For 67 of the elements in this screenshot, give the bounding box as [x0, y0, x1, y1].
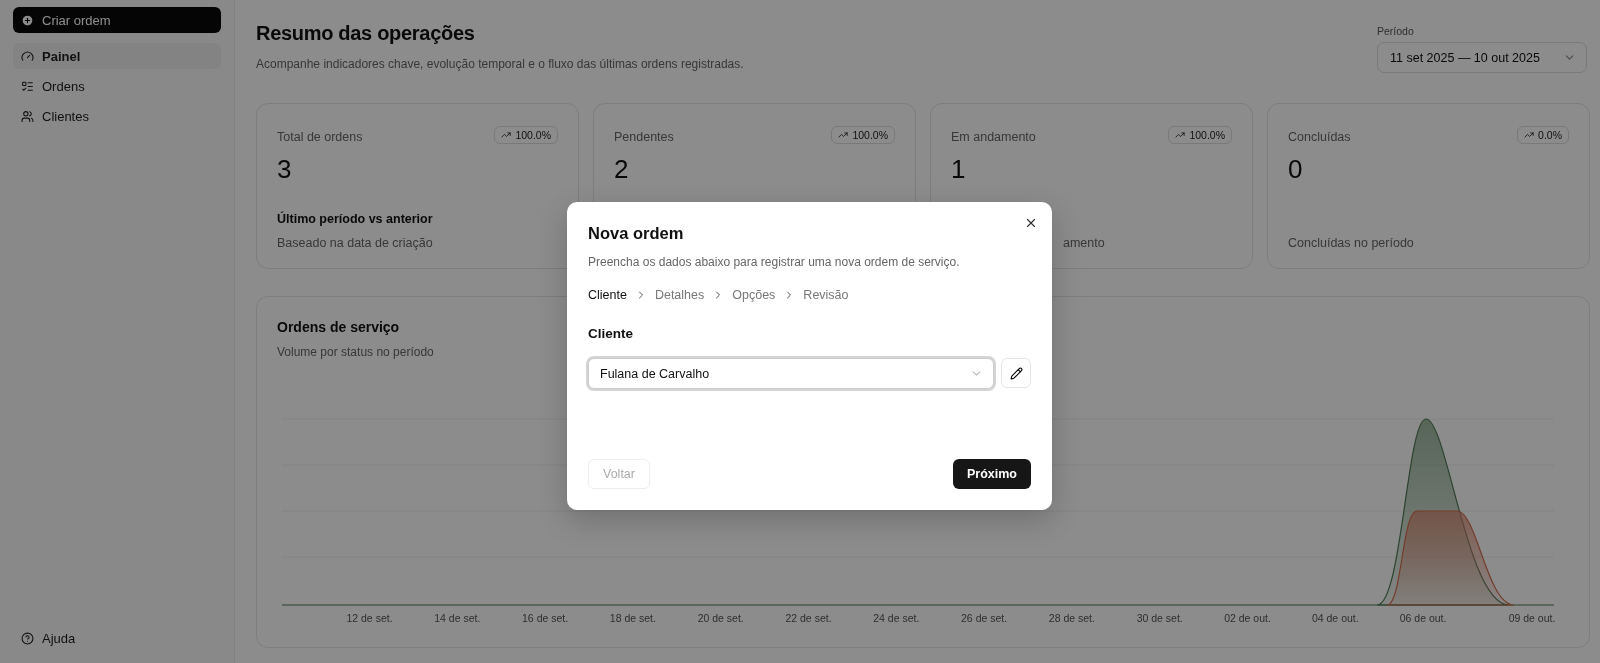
axis-label: 22 de set. — [785, 612, 832, 624]
axis-label: 02 de out. — [1224, 612, 1271, 624]
stat-label: Em andamento — [951, 129, 1036, 144]
stat-footer-text: Concluídas no período — [1288, 236, 1415, 250]
stat-value: 1 — [951, 154, 967, 185]
users-icon — [21, 109, 34, 123]
period-label: Período — [1377, 25, 1415, 37]
axis-label: 28 de set. — [1048, 612, 1095, 624]
pencil-icon — [1009, 366, 1023, 380]
create-order-button[interactable]: Criar ordem — [13, 7, 221, 33]
axis-label: 20 de set. — [697, 612, 744, 624]
step-label: Cliente — [588, 288, 627, 302]
page-title: Resumo das operações — [256, 22, 476, 45]
step-label: Revisão — [803, 288, 849, 302]
axis-label: 12 de set. — [346, 612, 393, 624]
axis-label: 09 de out. — [1508, 612, 1556, 624]
axis-label: 18 de set. — [609, 612, 656, 624]
dialog-title: Nova ordem — [588, 224, 685, 243]
axis-label: 16 de set. — [522, 612, 569, 624]
trend-value: 100.0% — [852, 129, 888, 141]
nav-item[interactable]: Ordens — [13, 73, 221, 99]
trend-up-icon — [1175, 130, 1186, 140]
help-icon — [21, 631, 34, 645]
trend-value: 100.0% — [1189, 129, 1225, 141]
next-button[interactable]: Próximo — [953, 459, 1031, 489]
stat-value: 2 — [614, 154, 630, 185]
axis-label: 24 de set. — [873, 612, 920, 624]
stat-value: 0 — [1288, 154, 1304, 185]
stat-label: Total de ordens — [277, 129, 363, 144]
trend-up-icon — [1524, 130, 1535, 140]
field-label: Cliente — [588, 326, 634, 341]
stat-label: Concluídas — [1288, 129, 1351, 144]
chart-subtitle: Volume por status no período — [277, 345, 434, 359]
stat-footer-title: Último período vs anterior — [277, 212, 434, 226]
stat-footer-text: Baseado na data de criação — [277, 236, 434, 250]
stat-value: 3 — [277, 154, 293, 185]
trend-up-icon — [501, 130, 512, 140]
axis-label: 04 de out. — [1311, 612, 1359, 624]
nav-label: Ordens — [42, 78, 85, 94]
dialog-subtitle: Preencha os dados abaixo para registrar uma nova ordem de serviço. — [588, 255, 961, 269]
axis-label: 14 de set. — [434, 612, 481, 624]
trend-value: 0.0% — [1538, 129, 1562, 141]
trend-up-icon — [838, 130, 849, 140]
page-subtitle: Acompanhe indicadores chave, evolução temporal e o fluxo das últimas ordens registradas. — [256, 57, 744, 71]
edit-button[interactable] — [1001, 358, 1031, 388]
nav-item[interactable]: Painel — [13, 43, 221, 69]
nav-label: Painel — [42, 48, 81, 64]
close-button[interactable] — [1024, 216, 1038, 230]
gauge-icon — [21, 49, 34, 63]
close-icon — [1024, 216, 1038, 230]
client-select[interactable]: Fulana de Carvalho — [588, 358, 994, 389]
list-icon — [21, 79, 34, 93]
chart-title: Ordens de serviço — [277, 319, 400, 335]
axis-label: 06 de out. — [1399, 612, 1447, 624]
nav-item[interactable]: Clientes — [13, 103, 221, 129]
axis-label: 26 de set. — [961, 612, 1008, 624]
stat-footer-text: amento — [1063, 236, 1106, 250]
axis-label: 30 de set. — [1136, 612, 1183, 624]
period-select[interactable]: 11 set 2025 — 10 out 2025 — [1377, 42, 1587, 73]
help-link[interactable]: Ajuda — [13, 625, 221, 651]
stat-label: Pendentes — [614, 129, 674, 144]
step-label: Detalhes — [654, 288, 705, 302]
step-label: Opções — [732, 288, 776, 302]
nav-label: Clientes — [42, 108, 89, 124]
plus-icon — [21, 13, 34, 27]
trend-value: 100.0% — [515, 129, 551, 141]
help-label: Ajuda — [42, 630, 76, 646]
